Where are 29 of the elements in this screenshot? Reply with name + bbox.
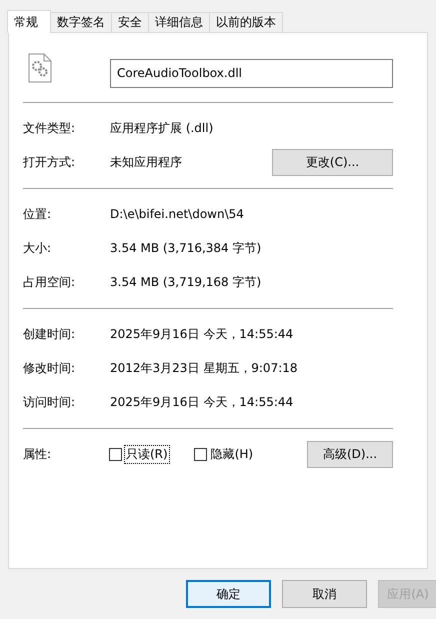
field-value: 2012年3月23日 星期五，9:07:18 xyxy=(110,360,299,376)
field-value: 未知应用程序 xyxy=(110,154,183,170)
field-label: 修改时间: xyxy=(23,360,76,376)
checkbox-label[interactable]: 只读(R) xyxy=(124,444,170,464)
field-label: 位置: xyxy=(23,206,52,222)
field-value: 3.54 MB (3,716,384 字节) xyxy=(110,240,262,256)
field-label: 占用空间: xyxy=(23,274,76,290)
file-name-field[interactable]: CoreAudioToolbox.dll xyxy=(110,58,393,88)
field-label: 属性: xyxy=(23,446,52,462)
advanced-button[interactable]: 高级(D)... xyxy=(307,440,393,468)
field-label: 大小: xyxy=(23,240,52,256)
field-value: 3.54 MB (3,719,168 字节) xyxy=(110,274,262,290)
field-label: 创建时间: xyxy=(23,326,76,342)
field-value: D:\e\bifei.net\down\54 xyxy=(110,207,245,221)
gear-file-icon xyxy=(28,53,52,83)
change-button[interactable]: 更改(C)... xyxy=(272,148,393,176)
field-value: 2025年9月16日 今天，14:55:44 xyxy=(110,394,294,410)
field-label: 访问时间: xyxy=(23,394,76,410)
checkbox[interactable] xyxy=(109,448,122,460)
tab[interactable]: 常规 xyxy=(7,10,51,33)
field-label: 文件类型: xyxy=(23,120,76,136)
checkbox[interactable] xyxy=(194,448,207,460)
field-value: 2025年9月16日 今天，14:55:44 xyxy=(110,326,294,342)
field-label: 打开方式: xyxy=(23,154,76,170)
tab[interactable]: 以前的版本 xyxy=(209,12,283,32)
checkbox-label[interactable]: 隐藏(H) xyxy=(208,444,256,464)
dialog-button[interactable]: 确定 xyxy=(186,580,271,608)
dialog-button[interactable]: 取消 xyxy=(282,580,367,608)
field-value: 应用程序扩展 (.dll) xyxy=(110,120,214,136)
